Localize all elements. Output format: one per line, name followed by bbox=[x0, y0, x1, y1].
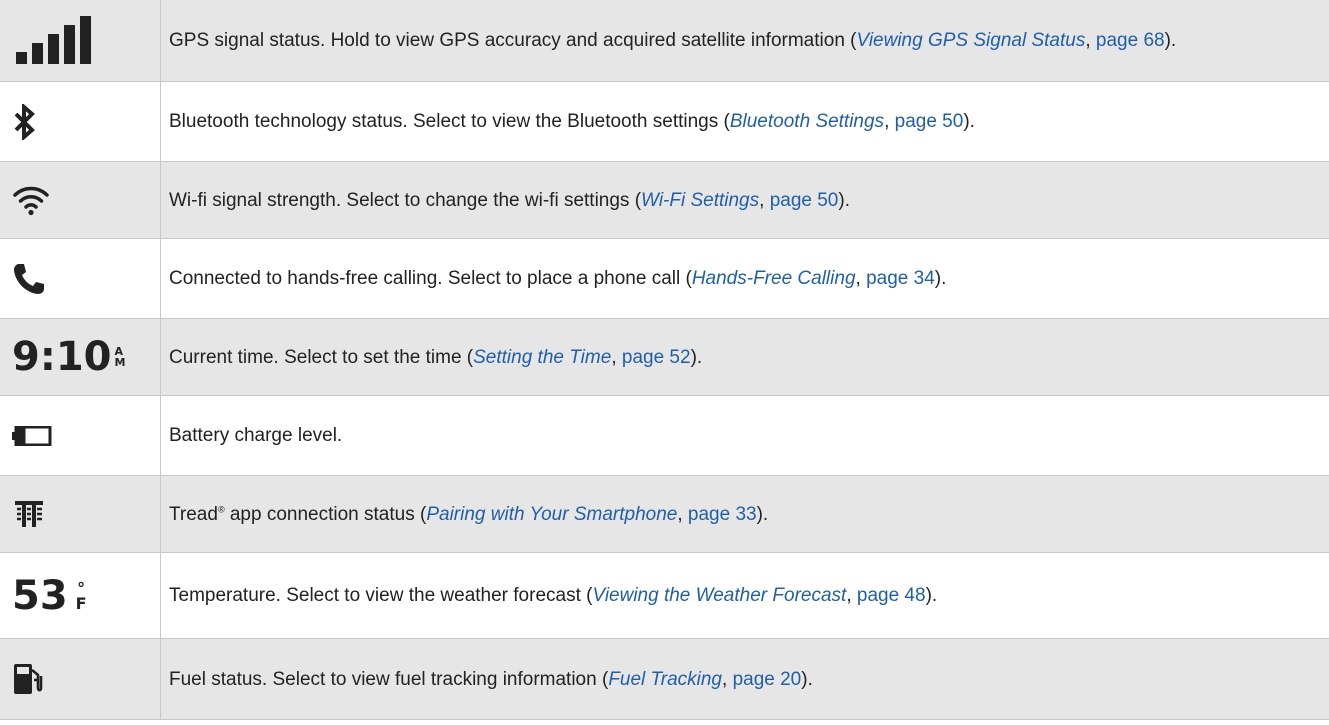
cross-reference-link[interactable]: Viewing GPS Signal Status bbox=[857, 30, 1086, 51]
description-cell: Wi-fi signal strength. Select to change … bbox=[169, 189, 850, 211]
description-text: GPS signal status. Hold to view GPS accu… bbox=[169, 30, 857, 51]
page-reference[interactable]: page 50 bbox=[770, 190, 839, 211]
table-row: Wi-fi signal strength. Select to change … bbox=[0, 162, 1329, 239]
description-text: Temperature. Select to view the weather … bbox=[169, 585, 593, 606]
table-row: Fuel status. Select to view fuel trackin… bbox=[0, 639, 1329, 720]
description-cell: Current time. Select to set the time (Se… bbox=[169, 346, 703, 368]
page-reference[interactable]: page 20 bbox=[733, 669, 802, 690]
wifi-icon bbox=[12, 184, 50, 216]
icon-cell bbox=[0, 639, 161, 719]
table-row: Battery charge level. bbox=[0, 396, 1329, 476]
icon-cell bbox=[0, 396, 161, 475]
description-text: Wi-fi signal strength. Select to change … bbox=[169, 189, 642, 211]
description-cell: Fuel status. Select to view fuel trackin… bbox=[169, 668, 813, 690]
table-row: Connected to hands-free calling. Select … bbox=[0, 239, 1329, 319]
battery-icon bbox=[12, 425, 52, 446]
description-text: Connected to hands-free calling. Select … bbox=[169, 268, 692, 289]
bluetooth-icon bbox=[12, 103, 38, 140]
description-cell: Connected to hands-free calling. Select … bbox=[169, 268, 947, 289]
icon-cell bbox=[0, 162, 161, 238]
icon-cell bbox=[0, 476, 161, 552]
description-text: Bluetooth technology status. Select to v… bbox=[169, 111, 730, 132]
table-row: 53 ° F Temperature. Select to view the w… bbox=[0, 553, 1329, 639]
cross-reference-link[interactable]: Wi-Fi Settings bbox=[641, 190, 759, 211]
description-cell: Battery charge level. bbox=[161, 396, 1329, 475]
cross-reference-link[interactable]: Fuel Tracking bbox=[608, 669, 722, 690]
description-cell: Temperature. Select to view the weather … bbox=[169, 585, 938, 606]
am-pm-indicator: A M bbox=[114, 345, 126, 369]
table-row: GPS signal status. Hold to view GPS accu… bbox=[0, 0, 1329, 82]
icon-cell bbox=[0, 0, 161, 81]
fuel-pump-icon bbox=[12, 662, 44, 696]
description-text: Current time. Select to set the time ( bbox=[169, 346, 474, 368]
icon-cell: 53 ° F bbox=[0, 553, 161, 638]
clock-display-icon: 9:10 A M bbox=[12, 334, 125, 380]
table-row: 9:10 A M Current time. Select to set the… bbox=[0, 319, 1329, 396]
tread-app-icon bbox=[12, 497, 46, 531]
page-reference[interactable]: page 48 bbox=[857, 585, 926, 606]
icon-cell: 9:10 A M bbox=[0, 319, 161, 395]
description-text: Fuel status. Select to view fuel trackin… bbox=[169, 668, 609, 690]
table-row: Bluetooth technology status. Select to v… bbox=[0, 82, 1329, 162]
description-text: Battery charge level. bbox=[169, 425, 343, 446]
description-text: Tread bbox=[169, 503, 218, 525]
temperature-unit: ° F bbox=[75, 578, 87, 613]
page-reference[interactable]: page 34 bbox=[866, 268, 935, 289]
page-reference[interactable]: page 33 bbox=[688, 504, 757, 525]
table-row: Tread® app connection status (Pairing wi… bbox=[0, 476, 1329, 553]
cross-reference-link[interactable]: Pairing with Your Smartphone bbox=[426, 504, 677, 525]
description-cell: Tread® app connection status (Pairing wi… bbox=[169, 503, 769, 525]
description-cell: GPS signal status. Hold to view GPS accu… bbox=[169, 30, 1177, 51]
phone-icon bbox=[12, 262, 46, 296]
page-reference[interactable]: page 68 bbox=[1096, 30, 1165, 51]
temperature-value: 53 bbox=[12, 572, 68, 619]
status-icon-table: GPS signal status. Hold to view GPS accu… bbox=[0, 0, 1329, 720]
page-reference[interactable]: page 52 bbox=[622, 347, 691, 368]
cross-reference-link[interactable]: Viewing the Weather Forecast bbox=[592, 585, 846, 606]
cross-reference-link[interactable]: Setting the Time bbox=[473, 347, 611, 368]
icon-cell bbox=[0, 82, 161, 161]
icon-cell bbox=[0, 239, 161, 318]
temperature-display-icon: 53 ° F bbox=[12, 573, 87, 619]
time-value: 9:10 bbox=[12, 334, 112, 380]
registered-mark: ® bbox=[217, 504, 225, 515]
cross-reference-link[interactable]: Bluetooth Settings bbox=[730, 111, 884, 132]
description-cell: Bluetooth technology status. Select to v… bbox=[169, 111, 975, 132]
cross-reference-link[interactable]: Hands-Free Calling bbox=[692, 268, 856, 289]
signal-bars-icon bbox=[12, 15, 92, 66]
page-reference[interactable]: page 50 bbox=[895, 111, 964, 132]
